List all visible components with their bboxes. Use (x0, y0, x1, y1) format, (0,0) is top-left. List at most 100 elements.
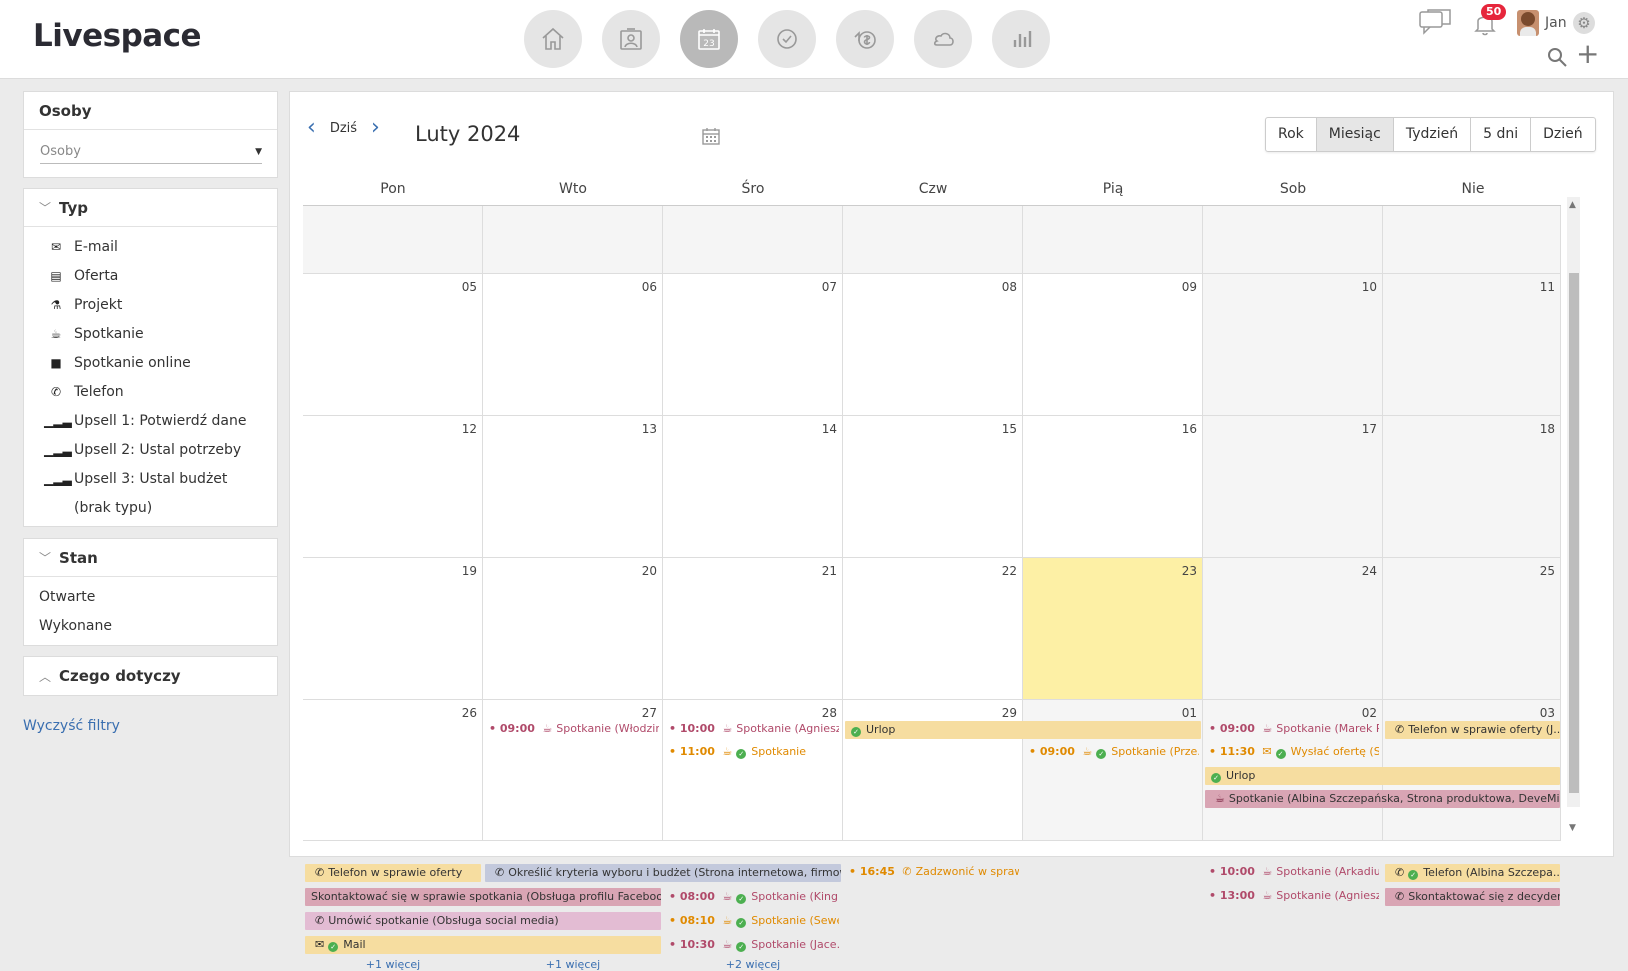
typ-item-telefon[interactable]: ✆ Telefon (24, 377, 277, 406)
typ-item-spotkanie-online[interactable]: ■ Spotkanie online (24, 348, 277, 377)
stan-item-wykonane[interactable]: Wykonane (24, 611, 277, 640)
calendar-event[interactable]: ✆ Skontaktować się z decyden... (1385, 888, 1560, 906)
day-cell[interactable]: 15 (843, 416, 1023, 558)
calendar-event[interactable]: • 10:00 ☕Spotkanie (Arkadius... (1203, 863, 1379, 881)
typ-item-upsell-3[interactable]: ▁▂▃ Upsell 3: Ustal budżet (24, 464, 277, 493)
day-cell[interactable]: 11 (1383, 274, 1561, 416)
typ-item-projekt[interactable]: ⚗ Projekt (24, 290, 277, 319)
calendar-scrollbar-thumb[interactable] (1569, 273, 1579, 793)
calendar-event[interactable]: • 08:10 ☕✓ Spotkanie (Seweryn... (663, 912, 839, 930)
typ-item-upsell-2[interactable]: ▁▂▃ Upsell 2: Ustal potrzeby (24, 435, 277, 464)
day-cell[interactable] (843, 206, 1023, 274)
scroll-up-icon[interactable]: ▲ (1569, 200, 1576, 210)
day-cell[interactable]: 18 (1383, 416, 1561, 558)
calendar-event[interactable]: ✉ ✓ Mail (305, 936, 661, 954)
typ-filter-header[interactable]: ﹀ Typ (24, 189, 277, 227)
next-month-icon[interactable]: › (371, 117, 380, 139)
calendar-event[interactable]: ☕ Spotkanie (Albina Szczepańska, Strona p… (1205, 790, 1560, 808)
day-cell[interactable]: 20 (483, 558, 663, 700)
contacts-icon[interactable] (602, 10, 660, 68)
view-miesiac[interactable]: Miesiąc (1316, 118, 1394, 151)
day-cell[interactable]: 21 (663, 558, 843, 700)
day-cell[interactable]: 17 (1203, 416, 1383, 558)
gear-icon[interactable]: ⚙ (1573, 12, 1595, 34)
calendar-event[interactable]: ✆ ✓ Telefon (Albina Szczepa... (1385, 864, 1560, 882)
day-cell[interactable]: 09 (1023, 274, 1203, 416)
day-cell[interactable] (663, 206, 843, 274)
calendar-event[interactable]: • 09:00 ☕Spotkanie (Marek P... (1203, 720, 1379, 738)
view-5-dni[interactable]: 5 dni (1471, 118, 1532, 151)
osoby-select[interactable]: Osoby ▼ (40, 140, 262, 164)
day-number: 12 (461, 422, 477, 436)
day-cell[interactable]: 22 (843, 558, 1023, 700)
view-dzien[interactable]: Dzień (1531, 118, 1595, 151)
day-cell[interactable]: 24 (1203, 558, 1383, 700)
show-more-link[interactable]: +2 więcej (663, 958, 843, 971)
chat-icon[interactable] (1418, 8, 1452, 36)
day-cell-today[interactable]: 23 (1023, 558, 1203, 700)
calendar-event[interactable]: Skontaktować się w sprawie spotkania (Ob… (305, 888, 661, 906)
date-picker-icon[interactable] (702, 127, 720, 145)
day-cell[interactable] (1383, 206, 1561, 274)
day-cell[interactable]: 05 (303, 274, 483, 416)
scroll-down-icon[interactable]: ▼ (1569, 823, 1576, 833)
stan-item-otwarte[interactable]: Otwarte (24, 582, 277, 611)
calendar-icon[interactable]: 23 (680, 10, 738, 68)
typ-item-oferta[interactable]: ▤ Oferta (24, 261, 277, 290)
prev-month-icon[interactable]: ‹ (307, 117, 316, 139)
typ-item-no-type[interactable]: (brak typu) (24, 493, 277, 522)
cloud-icon[interactable] (914, 10, 972, 68)
day-cell[interactable]: 25 (1383, 558, 1561, 700)
search-icon[interactable] (1546, 46, 1568, 68)
today-button[interactable]: Dziś (330, 121, 357, 136)
day-number: 22 (1001, 564, 1017, 578)
day-cell[interactable]: 16 (1023, 416, 1203, 558)
calendar-event[interactable]: ✆ Telefon w sprawie oferty (J... (1385, 721, 1560, 739)
day-cell[interactable]: 06 (483, 274, 663, 416)
day-cell[interactable]: 26 (303, 700, 483, 841)
user-name[interactable]: Jan (1545, 15, 1567, 31)
day-cell[interactable]: 19 (303, 558, 483, 700)
day-cell[interactable]: 12 (303, 416, 483, 558)
typ-item-spotkanie[interactable]: ☕ Spotkanie (24, 319, 277, 348)
calendar-event[interactable]: ✆ Umówić spotkanie (Obsługa social media) (305, 912, 661, 930)
day-cell[interactable]: 14 (663, 416, 843, 558)
typ-item-email[interactable]: ✉ E-mail (24, 232, 277, 261)
show-more-link[interactable]: +1 więcej (303, 958, 483, 971)
day-cell[interactable] (483, 206, 663, 274)
calendar-event[interactable]: • 16:45 ✆Zadzwonić w sprawi... (843, 863, 1019, 881)
calendar-event[interactable]: ✓ Urlop (845, 721, 1201, 739)
reports-icon[interactable] (992, 10, 1050, 68)
livespace-logo[interactable]: Livespace (33, 18, 202, 54)
day-cell[interactable] (1023, 206, 1203, 274)
calendar-event[interactable]: • 11:00 ☕ ✓ Spotkanie (663, 743, 839, 761)
day-cell[interactable] (1203, 206, 1383, 274)
deals-icon[interactable] (836, 10, 894, 68)
calendar-event[interactable]: ✆ Określić kryteria wyboru i budżet (Stro… (485, 864, 841, 882)
czego-dotyczy-header[interactable]: ︿ Czego dotyczy (24, 657, 277, 695)
add-icon[interactable]: + (1576, 40, 1599, 68)
calendar-event[interactable]: • 13:00 ☕Spotkanie (Agnieszk... (1203, 887, 1379, 905)
typ-item-upsell-1[interactable]: ▁▂▃ Upsell 1: Potwierdź dane (24, 406, 277, 435)
view-rok[interactable]: Rok (1266, 118, 1317, 151)
calendar-event[interactable]: • 11:30 ✉✓ Wysłać ofertę (S... (1203, 743, 1379, 761)
day-cell[interactable] (303, 206, 483, 274)
day-cell[interactable]: 10 (1203, 274, 1383, 416)
calendar-event[interactable]: • 09:00 ☕ ✓ Spotkanie (Prze... (1023, 743, 1199, 761)
calendar-event[interactable]: ✓ Urlop (1205, 767, 1560, 785)
calendar-event[interactable]: • 09:00 ☕Spotkanie (Włodzim... (483, 720, 659, 738)
view-tydzien[interactable]: Tydzień (1394, 118, 1472, 151)
stan-filter-header[interactable]: ﹀ Stan (24, 539, 277, 577)
calendar-event[interactable]: ✆ Telefon w sprawie oferty (305, 864, 481, 882)
calendar-event[interactable]: • 08:00 ☕ ✓ Spotkanie (King... (663, 888, 839, 906)
avatar[interactable] (1517, 10, 1539, 36)
day-cell[interactable]: 07 (663, 274, 843, 416)
calendar-event[interactable]: • 10:00 ☕Spotkanie (Agnieszk... (663, 720, 839, 738)
show-more-link[interactable]: +1 więcej (483, 958, 663, 971)
clear-filters-link[interactable]: Wyczyść filtry (23, 718, 120, 734)
home-icon[interactable] (524, 10, 582, 68)
day-cell[interactable]: 13 (483, 416, 663, 558)
tasks-icon[interactable] (758, 10, 816, 68)
calendar-event[interactable]: • 10:30 ☕ ✓ Spotkanie (Jace... (663, 936, 839, 954)
day-cell[interactable]: 08 (843, 274, 1023, 416)
